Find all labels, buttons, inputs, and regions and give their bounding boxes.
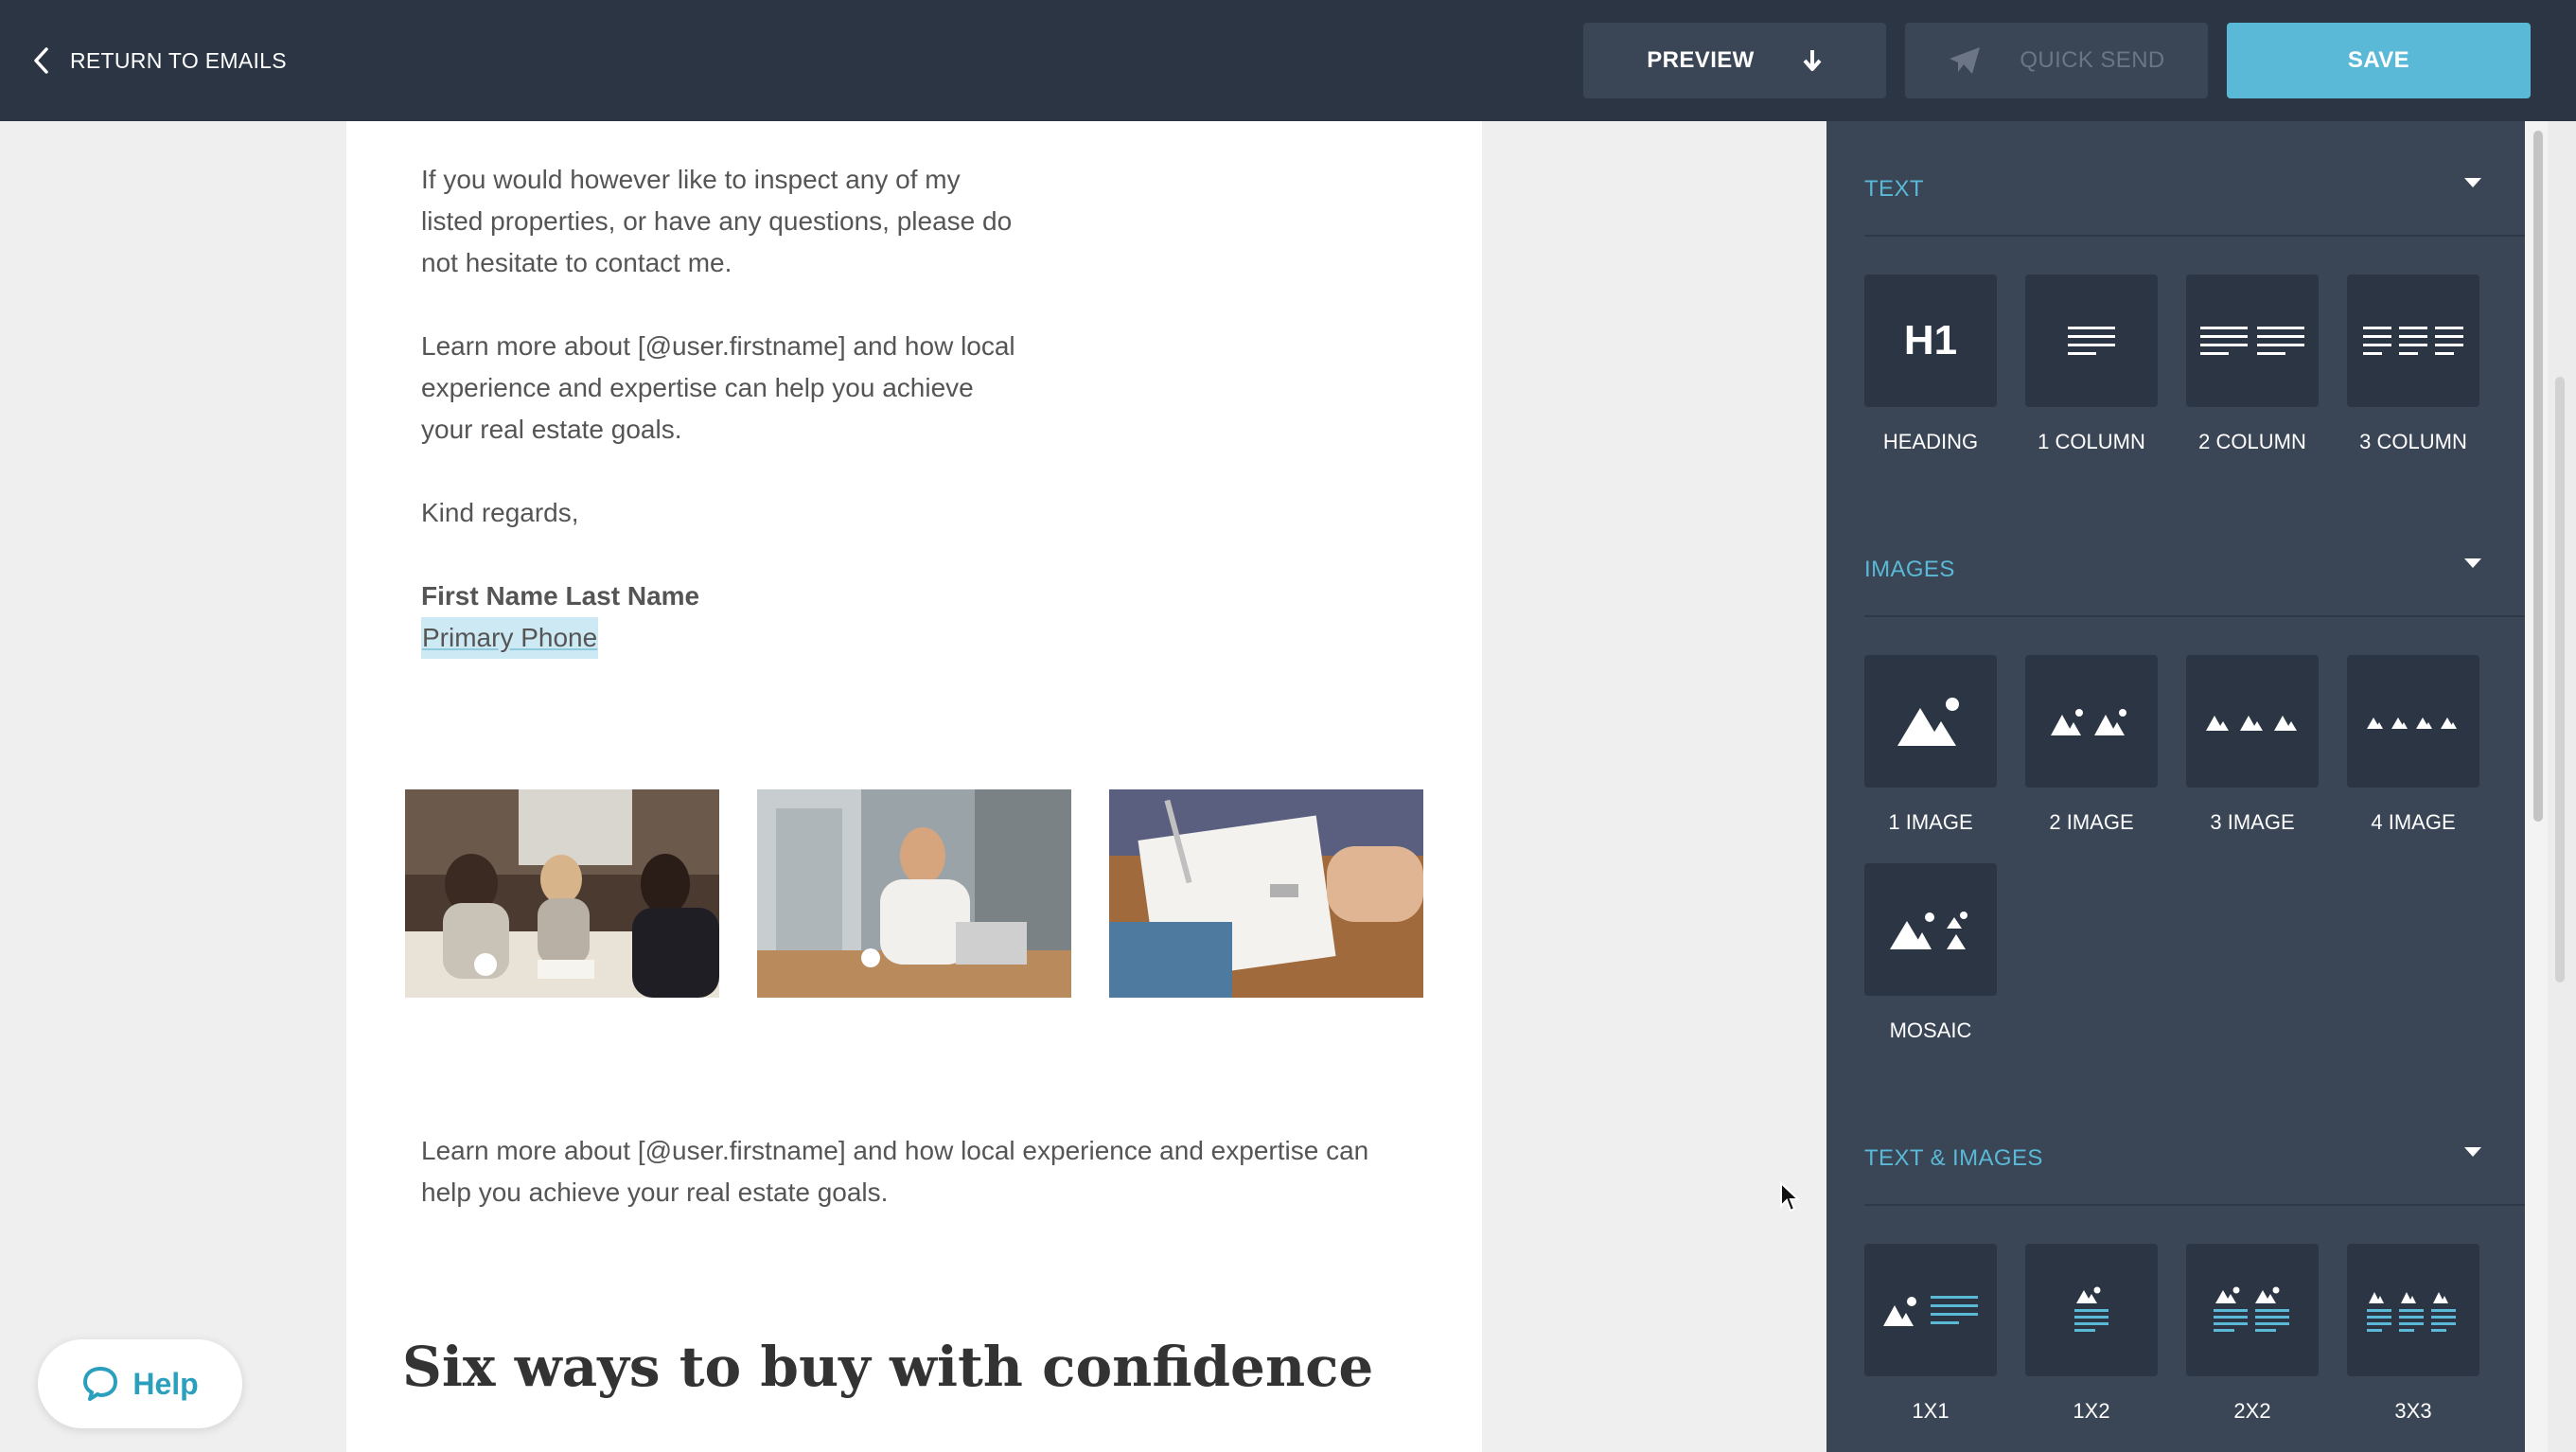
block-label: 1 COLUMN	[2038, 430, 2145, 453]
mountain-image-icon	[1897, 698, 1959, 746]
three-column-text-icon	[2363, 327, 2463, 355]
block-label: 1X1	[1912, 1399, 1950, 1423]
block-1-column[interactable]	[2025, 274, 2158, 407]
help-label: Help	[132, 1366, 199, 1401]
save-button[interactable]: SAVE	[2227, 23, 2531, 98]
block-label: 1 IMAGE	[1888, 810, 1973, 834]
closing-text[interactable]: Kind regards,	[421, 492, 579, 534]
page-scrollbar-thumb[interactable]	[2555, 377, 2565, 983]
section-heading[interactable]: Six ways to buy with confidence	[402, 1335, 1373, 1399]
block-1x1[interactable]	[1864, 1244, 1997, 1376]
section-title-text-images[interactable]: TEXT & IMAGES	[1864, 1145, 2043, 1172]
chat-bubble-icon	[83, 1367, 118, 1401]
image-text-2x2-icon	[2214, 1286, 2289, 1332]
mouse-pointer-icon	[1780, 1181, 1800, 1213]
block-2x2[interactable]	[2186, 1244, 2319, 1376]
block-1x2[interactable]	[2025, 1244, 2158, 1376]
block-label: 4 IMAGE	[2371, 810, 2456, 834]
quick-send-button[interactable]: QUICK SEND	[1905, 23, 2208, 98]
divider	[1864, 235, 2525, 237]
three-mountain-image-icon	[2206, 716, 2297, 731]
chevron-left-icon	[34, 47, 48, 74]
blocks-sidebar: TEXT H1 HEADING 1 COLUMN 2 COLUMN 3 COLU…	[1826, 121, 2525, 1452]
caret-down-icon[interactable]	[2464, 178, 2481, 187]
section-title-text[interactable]: TEXT	[1864, 176, 1924, 203]
body-paragraph[interactable]: Learn more about [@user.firstname] and h…	[421, 1130, 1424, 1213]
preview-button[interactable]: PREVIEW	[1583, 23, 1886, 98]
page-scrollbar[interactable]	[2548, 121, 2576, 1452]
save-label: SAVE	[2347, 47, 2410, 73]
quick-send-label: QUICK SEND	[2020, 47, 2165, 73]
block-3-column[interactable]	[2347, 274, 2479, 407]
caret-down-icon[interactable]	[2464, 558, 2481, 568]
photo-man-on-phone[interactable]	[757, 789, 1071, 998]
block-label: 3 COLUMN	[2359, 430, 2467, 453]
mosaic-image-icon	[1890, 912, 1967, 949]
heading-icon: H1	[1903, 317, 1958, 363]
four-mountain-image-icon	[2367, 717, 2457, 729]
text-lines-icon	[2068, 327, 2115, 355]
section-title-images[interactable]: IMAGES	[1864, 557, 1955, 583]
caret-down-icon[interactable]	[2464, 1147, 2481, 1157]
block-heading[interactable]: H1	[1864, 274, 1997, 407]
block-4-image[interactable]	[2347, 655, 2479, 788]
sidebar-scrollbar-thumb[interactable]	[2533, 131, 2543, 822]
block-2-column[interactable]	[2186, 274, 2319, 407]
block-3-image[interactable]	[2186, 655, 2319, 788]
return-to-emails-label: RETURN TO EMAILS	[70, 47, 287, 73]
signature-name[interactable]: First Name Last Name	[421, 575, 699, 617]
two-mountain-image-icon	[2051, 709, 2126, 735]
body-paragraph[interactable]: Learn more about [@user.firstname] and h…	[421, 326, 1027, 451]
divider	[1864, 615, 2525, 617]
block-mosaic[interactable]	[1864, 863, 1997, 996]
top-toolbar: RETURN TO EMAILS PREVIEW QUICK SEND SAVE	[0, 0, 2576, 121]
photo-women-meeting[interactable]	[405, 789, 719, 998]
block-label: 2X2	[2233, 1399, 2271, 1423]
block-label: HEADING	[1882, 430, 1979, 453]
block-2-image[interactable]	[2025, 655, 2158, 788]
block-label: 2 IMAGE	[2049, 810, 2134, 834]
block-label: 3X3	[2394, 1399, 2432, 1423]
preview-label: PREVIEW	[1647, 47, 1755, 73]
divider	[1864, 1204, 2525, 1206]
image-text-1x2-icon	[2074, 1286, 2108, 1332]
email-canvas[interactable]: If you would however like to inspect any…	[346, 121, 1482, 1452]
paper-plane-icon	[1950, 47, 1981, 74]
arrow-down-icon	[1803, 50, 1822, 71]
block-label: 2 COLUMN	[2198, 430, 2306, 453]
block-label: MOSAIC	[1889, 1018, 1972, 1042]
block-label: 1X2	[2073, 1399, 2110, 1423]
block-label: 3 IMAGE	[2210, 810, 2295, 834]
return-to-emails-link[interactable]: RETURN TO EMAILS	[32, 42, 287, 80]
block-1-image[interactable]	[1864, 655, 1997, 788]
two-column-text-icon	[2200, 327, 2304, 355]
help-button[interactable]: Help	[38, 1339, 242, 1428]
block-3x3[interactable]	[2347, 1244, 2479, 1376]
image-text-3x3-icon	[2367, 1292, 2456, 1332]
image-text-1x1-icon	[1883, 1296, 1978, 1326]
signature-phone[interactable]: Primary Phone	[421, 617, 599, 659]
photo-signing-contract[interactable]	[1109, 789, 1423, 998]
body-paragraph[interactable]: If you would however like to inspect any…	[421, 159, 1027, 284]
